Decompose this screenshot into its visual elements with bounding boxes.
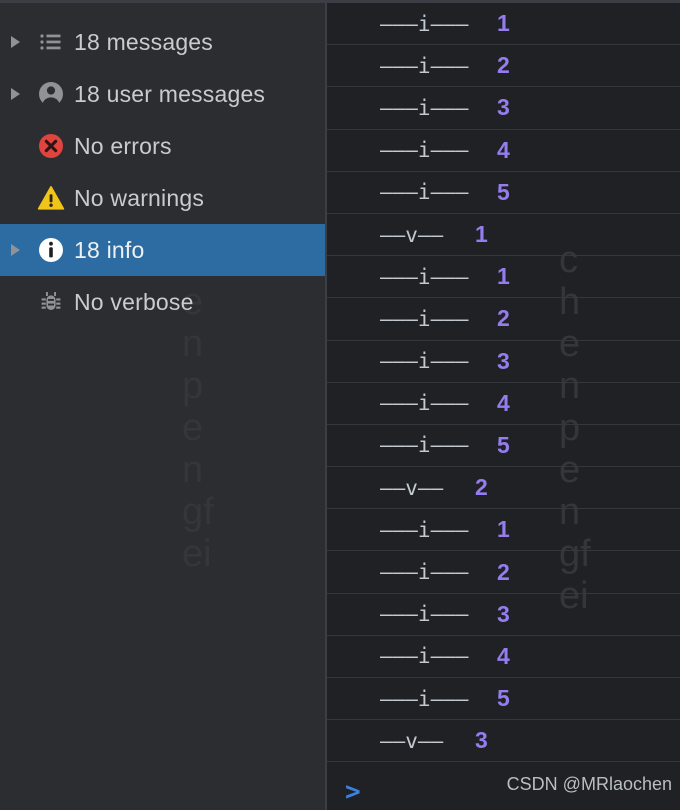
log-row-separator: ———i——— bbox=[380, 138, 469, 163]
log-row[interactable]: ———i——— 2 bbox=[327, 45, 680, 88]
log-row[interactable]: ———i——— 4 bbox=[327, 130, 680, 172]
log-row-separator: ——v—— bbox=[380, 475, 444, 500]
sidebar-item-info[interactable]: 18 info bbox=[0, 224, 325, 276]
log-row-separator: ———i——— bbox=[380, 517, 469, 542]
log-row-separator: ——v—— bbox=[380, 728, 444, 753]
sidebar-item-errors[interactable]: No errors bbox=[0, 120, 325, 172]
log-row[interactable]: ———i——— 5 bbox=[327, 172, 680, 214]
log-row-index: 5 bbox=[497, 685, 510, 712]
log-row-index: 1 bbox=[475, 221, 488, 248]
log-row-separator: ———i——— bbox=[380, 391, 469, 416]
log-row-index: 3 bbox=[475, 727, 488, 754]
watermark-char: n bbox=[182, 323, 204, 365]
log-row-index: 4 bbox=[497, 389, 510, 416]
log-row[interactable]: ———i——— 5 bbox=[327, 425, 680, 468]
sidebar-item-warnings[interactable]: No warnings bbox=[0, 172, 325, 224]
info-icon bbox=[28, 236, 74, 264]
watermark-char: ei bbox=[182, 533, 212, 575]
warning-icon bbox=[28, 184, 74, 212]
log-row-index: 1 bbox=[497, 10, 510, 37]
message-filter-tree[interactable]: e n p e n gf ei 18 messages 18 user mess… bbox=[0, 3, 327, 810]
log-row-separator: ———i——— bbox=[380, 180, 469, 205]
log-row-index: 1 bbox=[497, 263, 510, 290]
sidebar-item-verbose[interactable]: No verbose bbox=[0, 276, 325, 328]
sidebar-item-user-messages[interactable]: 18 user messages bbox=[0, 68, 325, 120]
expand-triangle-icon[interactable] bbox=[2, 244, 28, 256]
person-icon bbox=[28, 80, 74, 108]
log-row-separator: ———i——— bbox=[380, 264, 469, 289]
sidebar-item-label: 18 info bbox=[74, 236, 145, 263]
log-row[interactable]: ———i——— 3 bbox=[327, 594, 680, 636]
log-input-prompt-row[interactable]: > bbox=[327, 774, 680, 810]
sidebar-item-messages[interactable]: 18 messages bbox=[0, 16, 325, 68]
log-row[interactable]: ——v—— 1 bbox=[327, 214, 680, 257]
watermark-char: e bbox=[182, 407, 204, 449]
log-row-index: 3 bbox=[497, 94, 510, 121]
sidebar-item-label: No verbose bbox=[74, 288, 194, 315]
sidebar-item-label: 18 messages bbox=[74, 28, 213, 55]
log-row-separator: ———i——— bbox=[380, 644, 469, 669]
watermark-char: gf bbox=[182, 491, 214, 533]
log-row[interactable]: ———i——— 3 bbox=[327, 341, 680, 383]
log-row-index: 2 bbox=[497, 52, 510, 79]
log-row[interactable]: ———i——— 2 bbox=[327, 298, 680, 341]
watermark-char: p bbox=[182, 365, 204, 407]
log-row-index: 4 bbox=[497, 642, 510, 669]
log-row-index: 3 bbox=[497, 347, 510, 374]
log-row[interactable]: ———i——— 3 bbox=[327, 87, 680, 130]
log-row[interactable]: ———i——— 1 bbox=[327, 3, 680, 46]
log-row[interactable]: ———i——— 2 bbox=[327, 551, 680, 594]
log-row-index: 2 bbox=[475, 474, 488, 501]
log-row-separator: ———i——— bbox=[380, 686, 469, 711]
chevron-right-icon: > bbox=[345, 777, 361, 807]
log-row-separator: ——v—— bbox=[380, 222, 444, 247]
list-icon bbox=[28, 29, 74, 55]
log-row-separator: ———i——— bbox=[380, 433, 469, 458]
log-row-index: 5 bbox=[497, 431, 510, 458]
error-icon bbox=[28, 132, 74, 160]
bug-icon bbox=[28, 288, 74, 316]
log-row-separator: ———i——— bbox=[380, 602, 469, 627]
log-row[interactable]: ———i——— 1 bbox=[327, 256, 680, 299]
log-row-separator: ———i——— bbox=[380, 95, 469, 120]
sidebar-item-label: 18 user messages bbox=[74, 80, 266, 107]
log-row[interactable]: ———i——— 5 bbox=[327, 678, 680, 721]
log-row-separator: ———i——— bbox=[380, 306, 469, 331]
expand-triangle-icon[interactable] bbox=[2, 88, 28, 100]
log-row[interactable]: ———i——— 4 bbox=[327, 636, 680, 678]
log-row[interactable]: ———i——— 1 bbox=[327, 509, 680, 552]
log-row-separator: ———i——— bbox=[380, 53, 469, 78]
log-message-list[interactable]: c h e n p e n gf ei ———i——— 1 ———i——— 2 ———i… bbox=[327, 3, 680, 810]
log-row[interactable]: ——v—— 2 bbox=[327, 467, 680, 510]
log-row-index: 1 bbox=[497, 516, 510, 543]
log-row-separator: ———i——— bbox=[380, 349, 469, 374]
log-row-index: 5 bbox=[497, 178, 510, 205]
log-rows-container: ———i——— 1 ———i——— 2 ———i——— 3 ———i——— 4 ———i——— 5… bbox=[327, 3, 680, 763]
log-row-separator: ———i——— bbox=[380, 560, 469, 585]
watermark-char: n bbox=[182, 449, 204, 491]
log-row[interactable]: ———i——— 4 bbox=[327, 383, 680, 425]
log-row-index: 4 bbox=[497, 136, 510, 163]
log-row-separator: ———i——— bbox=[380, 11, 469, 36]
sidebar-item-label: No errors bbox=[74, 132, 172, 159]
logcat-console: e n p e n gf ei 18 messages 18 user mess… bbox=[0, 0, 680, 810]
log-row-index: 2 bbox=[497, 305, 510, 332]
sidebar-item-label: No warnings bbox=[74, 184, 205, 211]
log-row[interactable]: ——v—— 3 bbox=[327, 720, 680, 763]
expand-triangle-icon[interactable] bbox=[2, 36, 28, 48]
log-row-index: 3 bbox=[497, 600, 510, 627]
log-row-index: 2 bbox=[497, 558, 510, 585]
